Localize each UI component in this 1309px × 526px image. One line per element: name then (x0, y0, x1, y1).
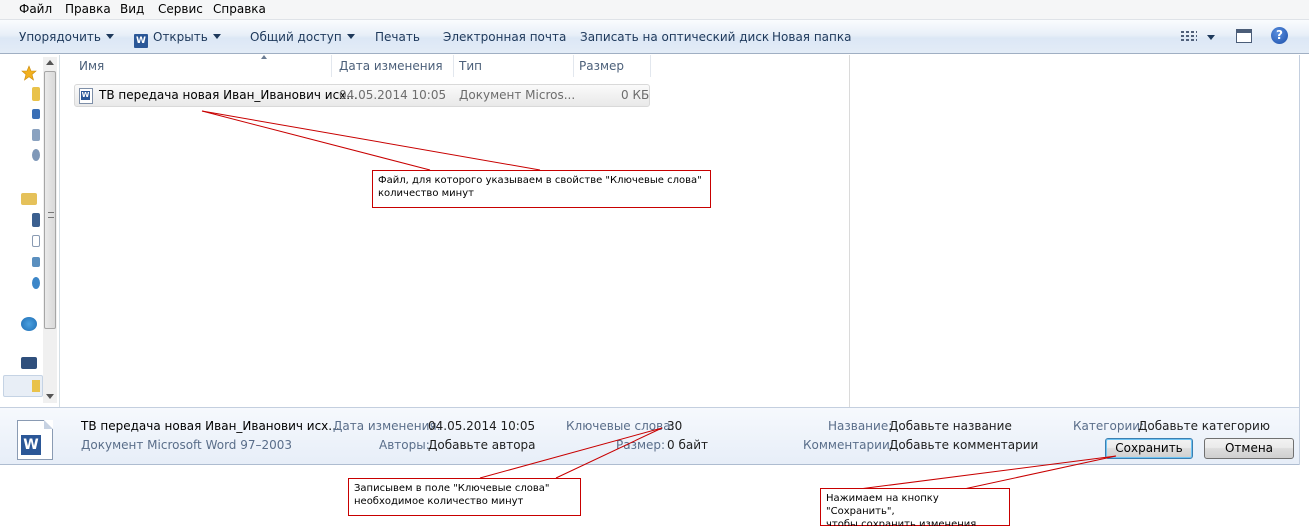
keywords-field[interactable]: 30 (667, 419, 682, 433)
file-list: Имя Дата изменения Тип Размер ТВ передач… (61, 55, 850, 407)
share-label: Общий доступ (250, 30, 342, 44)
network-icon (32, 380, 40, 392)
file-date: 04.05.2014 10:05 (339, 88, 447, 102)
annotation-save-line-1: Нажимаем на кнопку "Сохранить", (826, 493, 939, 517)
open-label: Открыть (153, 30, 208, 44)
favorites-star-icon[interactable] (21, 65, 37, 81)
navigation-pane (0, 55, 60, 407)
keywords-label: Ключевые слова: (566, 419, 675, 433)
size-label: Размер: (616, 438, 666, 452)
word-document-icon (79, 88, 93, 104)
scroll-down-icon[interactable] (46, 394, 54, 399)
save-button[interactable]: Сохранить (1105, 438, 1193, 459)
annotation-keywords-line-2: необходимое количество минут (354, 496, 524, 507)
share-button[interactable]: Общий доступ (250, 30, 355, 44)
menu-bar: Файл Правка Вид Сервис Справка (0, 0, 1309, 20)
comments-field[interactable]: Добавьте комментарии (889, 438, 1038, 452)
chevron-down-icon (346, 34, 355, 39)
preview-pane-icon[interactable] (1236, 29, 1252, 43)
chevron-down-icon (212, 34, 221, 39)
menu-file[interactable]: Файл (19, 2, 52, 16)
annotation-save-line-2: чтобы сохранить изменения (826, 519, 977, 526)
details-pane: W ТВ передача новая Иван_Иванович исх...… (0, 407, 1299, 465)
desktop-icon[interactable] (32, 109, 40, 119)
libraries-icon[interactable] (21, 193, 37, 205)
column-header-type[interactable]: Тип (454, 55, 574, 77)
music-library-icon[interactable] (32, 277, 40, 289)
burn-button[interactable]: Записать на оптический диск (580, 30, 769, 44)
chevron-down-icon (105, 34, 114, 39)
email-button[interactable]: Электронная почта (443, 30, 566, 44)
cancel-button[interactable]: Отмена (1204, 438, 1294, 459)
help-icon[interactable]: ? (1271, 27, 1288, 44)
new-folder-button[interactable]: Новая папка (772, 30, 851, 44)
annotation-keywords-note: Записывем в поле "Ключевые слова" необхо… (348, 478, 581, 516)
annotation-file-line-2: количество минут (378, 188, 474, 199)
menu-view[interactable]: Вид (120, 2, 144, 16)
menu-tools[interactable]: Сервис (158, 2, 203, 16)
date-modified-label: Дата изменения: (333, 419, 441, 433)
preview-pane (851, 55, 1309, 407)
print-button[interactable]: Печать (375, 30, 420, 44)
categories-label: Категории: (1073, 419, 1145, 433)
date-modified-value: 04.05.2014 10:05 (428, 419, 536, 433)
word-icon: W (134, 34, 148, 48)
open-button[interactable]: W Открыть (134, 30, 221, 48)
command-bar: Упорядочить W Открыть Общий доступ Печать… (0, 20, 1309, 54)
recent-places-icon[interactable] (32, 149, 40, 161)
folder-icon[interactable] (32, 87, 40, 101)
file-name: ТВ передача новая Иван_Иванович исх... (99, 88, 358, 102)
annotation-file-line-1: Файл, для которого указываем в свойстве … (378, 175, 702, 186)
homegroup-icon[interactable] (21, 317, 37, 331)
column-header-size[interactable]: Размер (574, 55, 651, 77)
size-value: 0 байт (667, 438, 708, 452)
authors-label: Авторы: (379, 438, 430, 452)
scroll-thumb[interactable] (44, 71, 56, 329)
grip-icon (48, 212, 54, 218)
categories-field[interactable]: Добавьте категорию (1138, 419, 1270, 433)
annotation-keywords-line-1: Записывем в поле "Ключевые слова" (354, 483, 550, 494)
view-options-icon[interactable] (1181, 29, 1197, 43)
organize-label: Упорядочить (19, 30, 101, 44)
documents-library-icon[interactable] (32, 235, 40, 247)
computer-icon[interactable] (21, 357, 37, 369)
videos-library-icon[interactable] (32, 213, 40, 227)
organize-button[interactable]: Упорядочить (19, 30, 114, 44)
comments-label: Комментарии: (803, 438, 894, 452)
network-place-icon[interactable] (32, 129, 40, 141)
scroll-up-icon[interactable] (46, 60, 54, 65)
nav-selected-item[interactable] (3, 375, 43, 397)
title-label: Название: (828, 419, 893, 433)
nav-scrollbar[interactable] (43, 57, 57, 403)
chevron-down-icon[interactable] (1207, 35, 1215, 40)
title-field[interactable]: Добавьте название (889, 419, 1012, 433)
file-type: Документ Micros... (459, 88, 576, 102)
details-subtitle: Документ Microsoft Word 97–2003 (81, 438, 293, 452)
column-header-name[interactable]: Имя (74, 55, 332, 77)
pictures-library-icon[interactable] (32, 257, 40, 267)
file-size: 0 КБ (621, 88, 650, 102)
column-header-date[interactable]: Дата изменения (334, 55, 454, 77)
menu-help[interactable]: Справка (213, 2, 266, 16)
menu-edit[interactable]: Правка (65, 2, 111, 16)
annotation-file-note: Файл, для которого указываем в свойстве … (372, 170, 711, 208)
window-border (1299, 55, 1309, 465)
file-row[interactable]: ТВ передача новая Иван_Иванович исх... 0… (74, 84, 650, 107)
annotation-save-note: Нажимаем на кнопку "Сохранить", чтобы со… (820, 488, 1010, 526)
details-title: ТВ передача новая Иван_Иванович исх... (81, 419, 340, 433)
authors-field[interactable]: Добавьте автора (428, 438, 536, 452)
word-document-large-icon: W (17, 420, 53, 460)
